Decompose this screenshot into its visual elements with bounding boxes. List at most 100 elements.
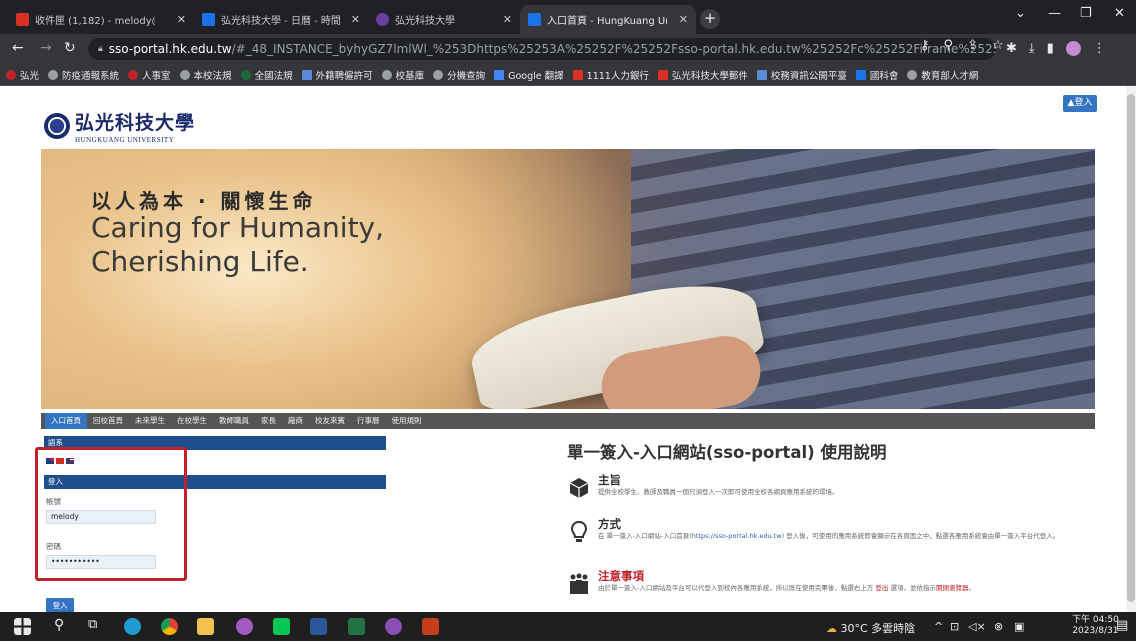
- people-group-icon: [570, 573, 588, 594]
- tab-calendar[interactable]: 弘光科技大學 - 日曆 - 時間表開 ✕: [194, 5, 368, 34]
- network-icon[interactable]: ⊡: [950, 620, 959, 633]
- section-description: 在 單一簽入-入口網站-入口首頁(https://sso-portal.hk.e…: [598, 532, 1060, 540]
- section-description: 由於單一簽入-入口網站及平台可以代登入到校內各應用系統，所以既在使用完畢後，點選…: [598, 584, 975, 592]
- bookmark-item[interactable]: 分機查詢: [433, 68, 485, 82]
- volume-icon[interactable]: ◁×: [968, 620, 986, 633]
- system-clock[interactable]: 下午 04:50 2023/8/31: [1072, 615, 1119, 637]
- reload-icon[interactable]: ↻: [64, 40, 76, 56]
- profile-avatar-icon[interactable]: [1065, 41, 1081, 56]
- university-app-icon-2[interactable]: [385, 618, 402, 635]
- powerpoint-app-icon[interactable]: [422, 618, 439, 635]
- bookmarks-bar: 弘光 防疫通報系統 人事室 本校法規 全國法規 外籍聘僱許可 校基庫 分機查詢 …: [0, 64, 1136, 86]
- page-scrollbar[interactable]: [1126, 86, 1136, 612]
- tab-university[interactable]: 弘光科技大學 ✕: [368, 5, 520, 34]
- bookmark-item[interactable]: 國科會: [855, 68, 898, 82]
- bookmark-item[interactable]: 本校法規: [179, 68, 232, 82]
- bookmark-item[interactable]: 校務資訊公開平臺: [756, 68, 847, 82]
- word-app-icon[interactable]: [310, 618, 327, 635]
- tab-sso-portal[interactable]: 入口首頁 - HungKuang Univers ✕: [520, 5, 696, 34]
- login-submit-button[interactable]: 登入: [46, 598, 74, 612]
- bookmark-item[interactable]: 人事室: [128, 68, 171, 82]
- bookmark-item[interactable]: 全國法規: [240, 68, 293, 82]
- search-icon[interactable]: ⚲: [54, 617, 64, 633]
- sso-portal-link[interactable]: https://sso-portal.hk.edu.tw: [692, 532, 782, 540]
- gmail-icon: [16, 13, 29, 26]
- address-bar[interactable]: 🔒︎ sso-portal.hk.edu.tw/#_48_INSTANCE_by…: [88, 38, 996, 60]
- download-icon[interactable]: ⤓: [1029, 41, 1035, 56]
- bookmark-item[interactable]: 弘光科技大學郵件: [657, 68, 748, 82]
- nav-portal-home[interactable]: 入口首頁: [45, 413, 87, 429]
- bookmark-item[interactable]: 外籍聘僱許可: [301, 68, 373, 82]
- side-panel-icon[interactable]: ▮: [1047, 41, 1054, 56]
- file-explorer-icon[interactable]: [197, 618, 214, 635]
- weather-widget[interactable]: ☁︎ 30°C 多雲時陰: [826, 620, 915, 636]
- nav-vendors[interactable]: 廠商: [282, 413, 309, 429]
- nav-future-students[interactable]: 未來學生: [129, 413, 171, 429]
- edge-browser-icon[interactable]: [124, 618, 141, 635]
- section-title: 方式: [598, 517, 621, 531]
- nav-usage-rules[interactable]: 使用規則: [386, 413, 428, 429]
- nav-faculty-staff[interactable]: 教師職員: [213, 413, 255, 429]
- university-logo[interactable]: 弘光科技大學 HUNGKUANG UNIVERSITY: [44, 108, 195, 144]
- key-icon[interactable]: ⚷: [920, 38, 930, 53]
- menu-kebab-icon[interactable]: ⋮: [1093, 41, 1106, 56]
- tab-gmail[interactable]: 收件匣 (1,182) - melody@hk.ed ✕: [8, 5, 194, 34]
- ime-icon[interactable]: ▣: [1014, 620, 1024, 633]
- app-tray-icon[interactable]: ⊗: [994, 620, 1003, 633]
- close-icon[interactable]: ✕: [503, 13, 512, 26]
- chrome-browser-icon[interactable]: [161, 618, 178, 635]
- nav-parents[interactable]: 家長: [255, 413, 282, 429]
- nav-calendar[interactable]: 行事曆: [351, 413, 386, 429]
- bookmark-item[interactable]: 1111人力銀行: [572, 68, 649, 82]
- nav-alumni-guests[interactable]: 校友來賓: [309, 413, 351, 429]
- gmail-icon: [657, 69, 668, 80]
- section-purpose: 主旨 提供全校學生、教師及職員一個只須登入一次即可使用全校各網頁應用系統的環境。: [567, 472, 1107, 506]
- nav-current-students[interactable]: 在校學生: [171, 413, 213, 429]
- top-login-button[interactable]: ▲登入: [1063, 95, 1097, 112]
- minimize-icon[interactable]: —: [1048, 6, 1061, 21]
- zoom-icon[interactable]: ⚲: [944, 38, 954, 53]
- section-title: 注意事項: [598, 569, 644, 583]
- bookmark-icon: [855, 69, 866, 80]
- page-title: 單一簽入-入口網站(sso-portal) 使用說明: [567, 443, 887, 462]
- share-icon[interactable]: ⇪: [967, 38, 978, 53]
- globe-icon: [381, 69, 392, 80]
- scrollbar-thumb[interactable]: [1127, 94, 1135, 602]
- window-close-icon[interactable]: ✕: [1114, 6, 1125, 21]
- restore-icon[interactable]: ❐: [1080, 6, 1092, 21]
- browser-actions: ✱ ⤓ ▮ ⋮: [1006, 41, 1106, 56]
- university-seal-icon: [44, 113, 70, 139]
- close-icon[interactable]: ✕: [177, 13, 186, 26]
- close-icon[interactable]: ✕: [679, 13, 688, 26]
- bookmark-item[interactable]: 校基庫: [381, 68, 424, 82]
- close-icon[interactable]: ✕: [351, 13, 360, 26]
- bookmark-item[interactable]: Google 翻譯: [494, 68, 564, 82]
- lightbulb-icon: [570, 520, 588, 542]
- bookmark-item[interactable]: 教育部人才網: [907, 68, 978, 82]
- section-notes: 注意事項 由於單一簽入-入口網站及平台可以代登入到校內各應用系統，所以既在使用完…: [567, 568, 1107, 602]
- forward-icon[interactable]: →: [40, 40, 52, 56]
- tab-search-chevron-icon[interactable]: ⌄: [1015, 6, 1026, 21]
- line-app-icon[interactable]: [273, 618, 290, 635]
- university-app-icon[interactable]: [236, 618, 253, 635]
- extensions-icon[interactable]: ✱: [1006, 41, 1017, 56]
- lock-icon[interactable]: 🔒︎: [98, 44, 103, 54]
- windows-start-icon[interactable]: [14, 618, 31, 635]
- task-view-icon[interactable]: ⧉: [88, 617, 97, 632]
- document-icon: [301, 69, 312, 80]
- bookmark-item[interactable]: 弘光: [6, 68, 39, 82]
- excel-app-icon[interactable]: [348, 618, 365, 635]
- show-hidden-icons-icon[interactable]: ^: [934, 620, 943, 633]
- section-description: 提供全校學生、教師及職員一個只須登入一次即可使用全校各網頁應用系統的環境。: [598, 488, 839, 496]
- new-tab-button[interactable]: +: [700, 9, 720, 29]
- web-page: ▲登入 弘光科技大學 HUNGKUANG UNIVERSITY 以人為本 · 關…: [0, 86, 1136, 612]
- bookmark-item[interactable]: 防疫通報系統: [48, 68, 119, 82]
- notification-icon[interactable]: ▤: [1116, 618, 1128, 633]
- browser-toolbar: ← → ↻ 🔒︎ sso-portal.hk.edu.tw/#_48_INSTA…: [0, 34, 1136, 64]
- back-icon[interactable]: ←: [12, 40, 24, 56]
- windows-taskbar: ⚲ ⧉ ☁︎ 30°C 多雲時陰 ^ ⊡ ◁× ⊗ ▣ 下午 04:50 202…: [0, 612, 1136, 641]
- cube-icon: [569, 478, 589, 498]
- bookmark-star-icon[interactable]: ☆: [992, 38, 1004, 53]
- main-nav: 入口首頁 回校首頁 未來學生 在校學生 教師職員 家長 廠商 校友來賓 行事曆 …: [41, 413, 1095, 429]
- nav-school-home[interactable]: 回校首頁: [87, 413, 129, 429]
